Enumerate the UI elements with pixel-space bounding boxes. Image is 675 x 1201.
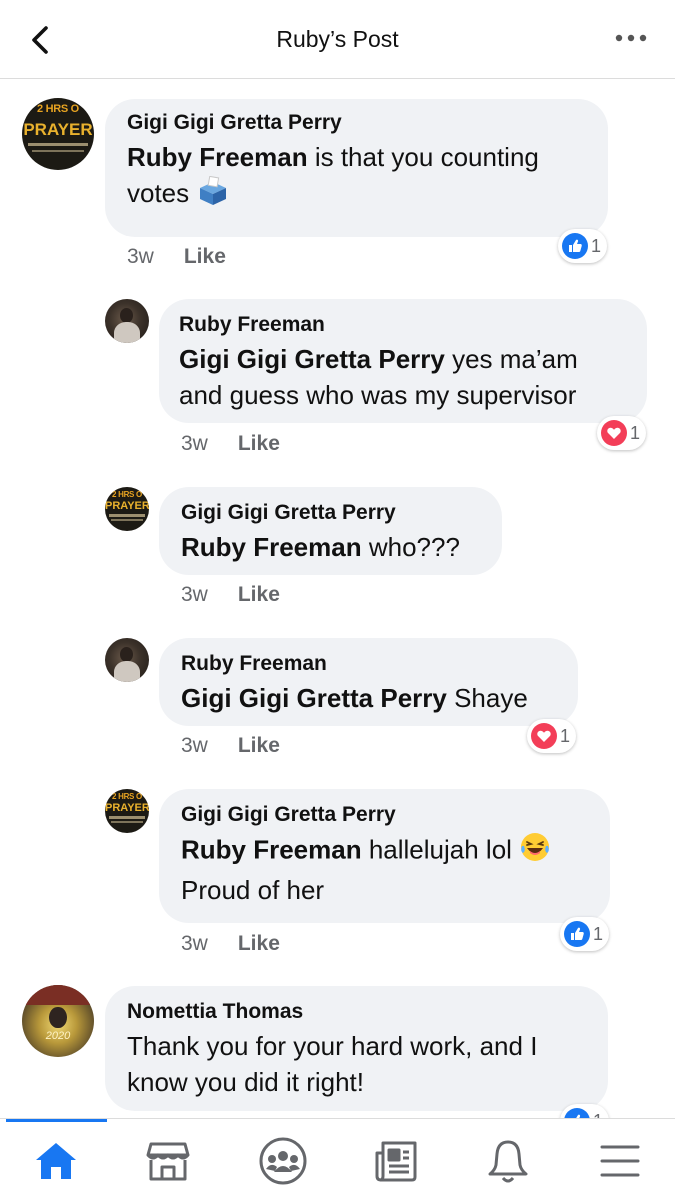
avatar[interactable]: 2 HRS O PRAYER xyxy=(105,487,149,531)
avatar[interactable] xyxy=(105,638,149,682)
mention-link[interactable]: Ruby Freeman xyxy=(181,532,362,562)
comment-time: 3w xyxy=(127,245,154,268)
reaction-summary[interactable]: 1 xyxy=(560,917,610,951)
reaction-count: 1 xyxy=(591,235,602,256)
comment-author[interactable]: Ruby Freeman xyxy=(179,313,627,337)
top-bar: Ruby’s Post xyxy=(0,0,675,79)
comment-meta: 3w Like xyxy=(181,432,280,456)
reaction-summary[interactable]: 1 xyxy=(527,719,577,753)
reaction-summary[interactable]: 1 xyxy=(558,229,608,263)
comment-time: 3w xyxy=(181,583,208,606)
comment-time: 3w xyxy=(181,932,208,955)
comment-time: 3w xyxy=(181,432,208,455)
page-title: Ruby’s Post xyxy=(276,26,399,52)
comment-bubble: Nomettia Thomas Thank you for your hard … xyxy=(105,986,608,1111)
reaction-count: 1 xyxy=(593,923,604,944)
comment-text: hallelujah lol xyxy=(361,834,512,865)
avatar-year-text: 2020 xyxy=(45,1029,71,1042)
comment-meta: 3w Like xyxy=(181,583,280,607)
avatar-logo-text: PRAYER xyxy=(105,500,149,513)
comment-text: Shaye xyxy=(446,683,528,713)
more-options-icon[interactable] xyxy=(615,26,647,50)
avatar-logo-text: 2 HRS O xyxy=(112,490,142,500)
reaction-count: 1 xyxy=(630,422,641,443)
comment-author[interactable]: Ruby Freeman xyxy=(181,652,556,676)
like-button[interactable]: Like xyxy=(238,583,280,606)
comment-author[interactable]: Gigi Gigi Gretta Perry xyxy=(127,111,586,135)
comment-author[interactable]: Gigi Gigi Gretta Perry xyxy=(181,803,588,827)
avatar[interactable]: 2 HRS O PRAYER xyxy=(22,98,94,170)
comment-time: 3w xyxy=(181,734,208,757)
avatar[interactable] xyxy=(105,299,149,343)
like-reaction-icon xyxy=(562,233,588,259)
love-reaction-icon xyxy=(601,420,627,446)
comment-bubble: Ruby Freeman Gigi Gigi Gretta Perry Shay… xyxy=(159,638,578,726)
mention-link[interactable]: Ruby Freeman xyxy=(127,142,308,172)
comment-meta: 3w Like xyxy=(181,932,280,956)
mention-link[interactable]: Ruby Freeman xyxy=(181,834,362,864)
like-reaction-icon xyxy=(564,921,590,947)
active-tab-indicator xyxy=(6,1119,107,1122)
avatar-logo-text: PRAYER xyxy=(105,802,149,815)
love-reaction-icon xyxy=(531,723,557,749)
ballot-box-icon xyxy=(196,175,230,215)
reaction-summary[interactable]: 1 xyxy=(597,416,647,450)
avatar[interactable]: 2020 xyxy=(22,985,94,1057)
groups-icon[interactable] xyxy=(253,1133,313,1189)
avatar[interactable]: 2 HRS O PRAYER xyxy=(105,789,149,833)
comment-text: Proud of her xyxy=(181,875,325,905)
comment-meta: 3w Like xyxy=(127,245,226,269)
like-button[interactable]: Like xyxy=(184,245,226,268)
avatar-logo-text: 2 HRS O xyxy=(112,792,142,802)
comment-text: who??? xyxy=(361,532,460,562)
like-button[interactable]: Like xyxy=(238,734,280,757)
notifications-bell-icon[interactable] xyxy=(478,1133,538,1189)
comment-text: Thank you for your hard work, and I know… xyxy=(127,1031,538,1097)
news-icon[interactable] xyxy=(366,1133,426,1189)
comment-bubble: Ruby Freeman Gigi Gigi Gretta Perry yes … xyxy=(159,299,647,423)
comment-bubble: Gigi Gigi Gretta Perry Ruby Freeman who?… xyxy=(159,487,502,575)
mention-link[interactable]: Gigi Gigi Gretta Perry xyxy=(181,683,447,713)
like-button[interactable]: Like xyxy=(238,432,280,455)
reaction-count: 1 xyxy=(560,725,571,746)
menu-icon[interactable] xyxy=(590,1133,650,1189)
marketplace-icon[interactable] xyxy=(138,1133,198,1189)
comment-author[interactable]: Gigi Gigi Gretta Perry xyxy=(181,501,480,525)
comment-bubble: Gigi Gigi Gretta Perry Ruby Freeman is t… xyxy=(105,99,608,237)
comment-author[interactable]: Nomettia Thomas xyxy=(127,1000,586,1024)
avatar-logo-text: 2 HRS O xyxy=(37,103,79,116)
laughing-tears-emoji-icon xyxy=(519,831,551,872)
avatar-logo-text: PRAYER xyxy=(23,119,93,139)
like-button[interactable]: Like xyxy=(238,932,280,955)
bottom-navigation xyxy=(0,1118,675,1201)
comment-bubble: Gigi Gigi Gretta Perry Ruby Freeman hall… xyxy=(159,789,610,923)
mention-link[interactable]: Gigi Gigi Gretta Perry xyxy=(179,344,445,374)
comment-meta: 3w Like xyxy=(181,734,280,758)
home-icon[interactable] xyxy=(26,1133,86,1189)
